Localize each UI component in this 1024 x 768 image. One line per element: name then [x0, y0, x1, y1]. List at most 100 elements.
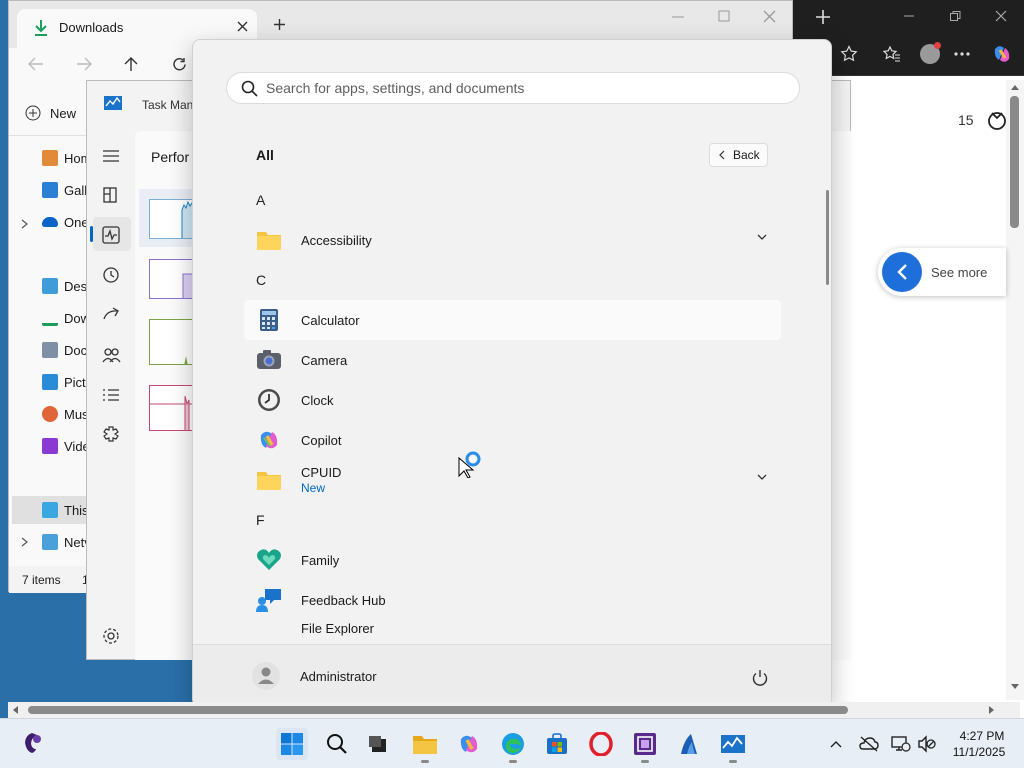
sidebar-item-downloads[interactable]: Dow: [42, 306, 90, 330]
app-item-file-explorer[interactable]: File Explorer: [244, 612, 781, 643]
search-input[interactable]: [266, 80, 786, 96]
section-title: Perfor: [151, 149, 190, 165]
app-item-family[interactable]: Family: [244, 540, 781, 580]
search-icon: [241, 80, 258, 97]
sidebar-item-label: Mus: [64, 406, 89, 422]
volume-muted-icon[interactable]: [917, 735, 937, 753]
edge-scroll-thumb[interactable]: [1010, 96, 1019, 228]
sidebar-item-home[interactable]: Hom: [42, 146, 91, 170]
edge-scrollbar[interactable]: [1006, 80, 1024, 700]
letter-header[interactable]: F: [256, 512, 265, 528]
chevron-down-icon[interactable]: [757, 474, 767, 481]
app-item-clock[interactable]: Clock: [244, 380, 781, 420]
tab-close-icon[interactable]: [237, 21, 248, 32]
taskbar-store[interactable]: [541, 728, 573, 760]
user-account-button[interactable]: Administrator: [251, 661, 377, 691]
details-icon[interactable]: [101, 385, 121, 405]
plus-circle-icon: [25, 105, 41, 121]
close-icon[interactable]: [763, 10, 776, 23]
disk-graph[interactable]: [149, 319, 193, 365]
documents-icon: [42, 342, 58, 358]
taskbar-cpuz[interactable]: [629, 728, 661, 763]
new-tab-icon[interactable]: [273, 18, 286, 31]
expand-chevron-icon[interactable]: [21, 537, 29, 547]
startup-apps-icon[interactable]: [101, 305, 121, 325]
sidebar-item-music[interactable]: Mus: [42, 402, 89, 426]
videos-icon: [42, 438, 58, 454]
favorites-icon[interactable]: [883, 45, 901, 63]
chevron-up-icon[interactable]: [830, 740, 842, 748]
clock-time[interactable]: 4:27 PM: [952, 729, 1012, 743]
minimize-icon[interactable]: [903, 10, 915, 22]
app-item-camera[interactable]: Camera: [244, 340, 781, 380]
search-box[interactable]: [226, 72, 800, 104]
app-item-copilot[interactable]: Copilot: [244, 420, 781, 460]
performance-icon[interactable]: [101, 225, 121, 245]
favorite-star-icon[interactable]: [840, 45, 858, 63]
taskbar-task-manager[interactable]: [717, 728, 749, 763]
app-name: Clock: [301, 392, 334, 408]
network-icon[interactable]: [891, 735, 911, 753]
sidebar-item-this-pc[interactable]: This: [42, 498, 89, 522]
back-arrow-icon[interactable]: [28, 57, 44, 71]
taskbar-app-shark[interactable]: [673, 728, 705, 760]
taskbar-file-explorer[interactable]: [409, 728, 441, 763]
letter-header[interactable]: A: [256, 192, 265, 208]
power-icon[interactable]: [751, 669, 769, 687]
memory-graph[interactable]: [149, 259, 193, 299]
services-icon[interactable]: [101, 425, 121, 445]
app-name: Camera: [301, 352, 348, 368]
search-taskbar-button[interactable]: [321, 728, 353, 760]
home-icon: [42, 150, 58, 166]
start-button[interactable]: [276, 728, 308, 760]
new-tab-icon[interactable]: [815, 9, 831, 25]
sidebar-item-videos[interactable]: Vide: [42, 434, 90, 458]
processes-icon[interactable]: [101, 185, 121, 205]
network-graph[interactable]: [149, 385, 193, 431]
minimize-icon[interactable]: [672, 15, 684, 19]
forward-arrow-icon[interactable]: [76, 57, 92, 71]
horizontal-scroll-thumb[interactable]: [28, 706, 848, 714]
users-icon[interactable]: [101, 345, 121, 365]
taskbar-copilot[interactable]: [453, 728, 485, 760]
maximize-icon[interactable]: [718, 10, 730, 22]
app-list-scrollbar[interactable]: [826, 190, 829, 285]
rewards-icon[interactable]: [986, 109, 1008, 131]
close-icon[interactable]: [995, 10, 1007, 22]
onedrive-paused-icon[interactable]: [859, 735, 879, 753]
app-item-cpuid[interactable]: CPUID New: [244, 460, 781, 500]
settings-gear-icon[interactable]: [101, 626, 121, 646]
task-view-button[interactable]: [362, 728, 394, 760]
cpu-graph[interactable]: [149, 199, 193, 239]
taskbar-edge[interactable]: [497, 728, 529, 763]
hamburger-menu-icon[interactable]: [101, 146, 121, 166]
letter-header[interactable]: C: [256, 272, 266, 288]
store-icon: [547, 733, 567, 754]
taskbar-opera[interactable]: [585, 728, 617, 760]
horizontal-scrollbar[interactable]: [8, 702, 1020, 718]
clock-icon: [258, 389, 280, 411]
sidebar-item-onedrive[interactable]: One: [42, 210, 89, 234]
restore-icon[interactable]: [949, 10, 961, 22]
see-more-button[interactable]: See more: [878, 248, 1006, 296]
tab-title: Downloads: [59, 20, 124, 35]
explorer-sidebar: Hom Galle One Desk Dow Docu Pictu Mus Vi…: [9, 136, 94, 566]
sidebar-item-label: This: [64, 502, 89, 518]
app-item-accessibility[interactable]: Accessibility: [244, 220, 781, 260]
new-badge: New: [301, 481, 326, 495]
clock-date[interactable]: 11/1/2025: [946, 745, 1012, 759]
up-arrow-icon[interactable]: [124, 56, 138, 72]
app-name: Calculator: [301, 312, 360, 328]
app-history-icon[interactable]: [101, 265, 121, 285]
copilot-icon[interactable]: [991, 43, 1013, 65]
more-icon[interactable]: [954, 52, 970, 56]
expand-chevron-icon[interactable]: [21, 219, 29, 229]
refresh-icon[interactable]: [172, 57, 187, 72]
music-icon: [42, 406, 58, 422]
sidebar-item-network[interactable]: Netv: [42, 530, 91, 554]
downloads-icon: [35, 20, 47, 36]
app-item-calculator[interactable]: Calculator: [244, 300, 781, 340]
new-button[interactable]: New: [25, 105, 76, 121]
weather-widget-icon[interactable]: [20, 731, 44, 755]
chevron-down-icon[interactable]: [757, 234, 767, 241]
